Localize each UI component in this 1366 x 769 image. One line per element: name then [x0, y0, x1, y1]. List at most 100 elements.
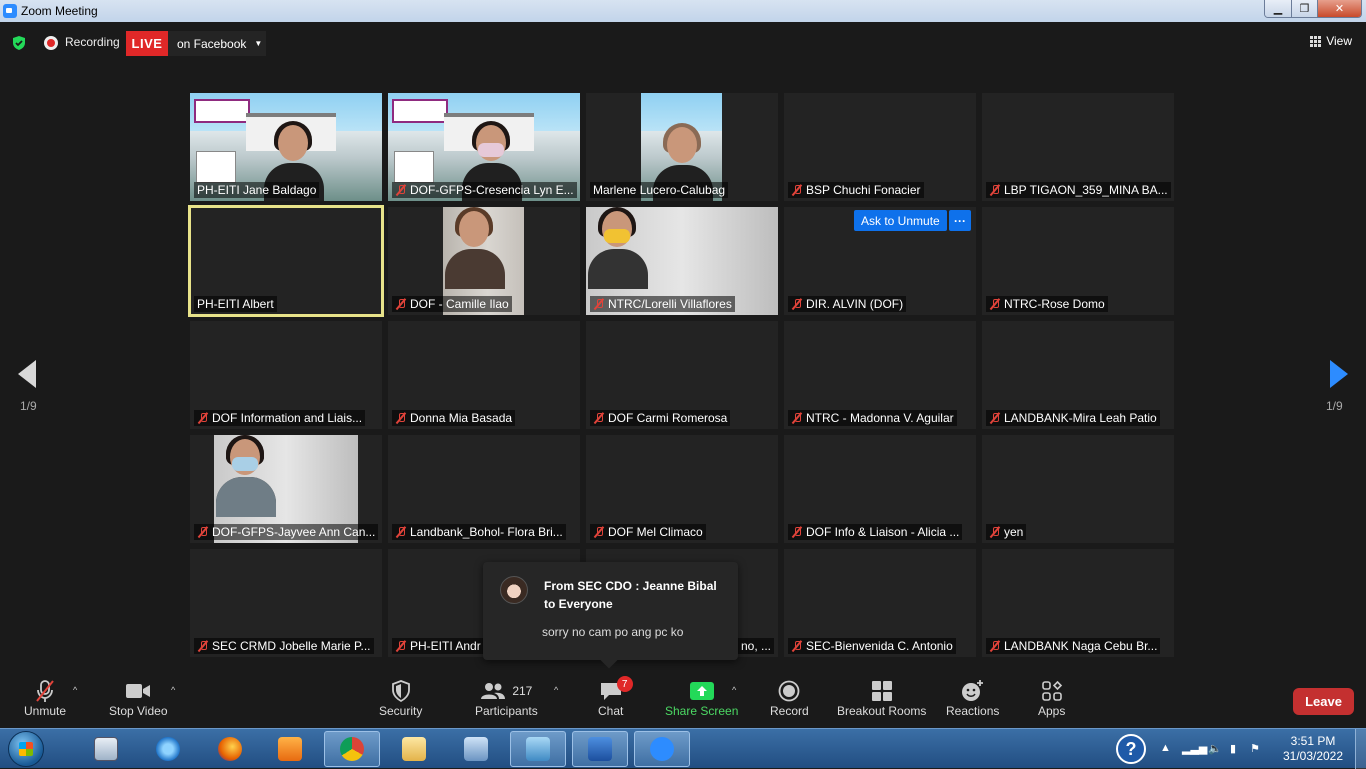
- windows-taskbar: ? ▲ ▂▃▅ 🔈 ▮ ⚑ 3:51 PM 31/03/2022: [0, 728, 1366, 769]
- muted-microphone-icon: [989, 526, 1001, 538]
- view-button[interactable]: View: [1310, 34, 1352, 48]
- monitor-icon: [464, 737, 488, 761]
- breakout-rooms-label: Breakout Rooms: [837, 704, 927, 718]
- taskbar-remote-desktop[interactable]: [448, 731, 504, 767]
- breakout-rooms-button[interactable]: Breakout Rooms: [837, 678, 926, 718]
- participant-name: LANDBANK Naga Cebu Br...: [1004, 639, 1158, 653]
- participant-name: DOF Information and Liais...: [212, 411, 363, 425]
- taskbar-firefox[interactable]: [202, 731, 258, 767]
- participant-tile[interactable]: NTRC-Rose Domo: [982, 207, 1174, 315]
- more-options-button[interactable]: ···: [949, 210, 971, 231]
- show-desktop-button[interactable]: [1355, 729, 1366, 769]
- minimize-button[interactable]: ▁: [1265, 0, 1291, 17]
- participant-name-tag: Marlene Lucero-Calubag: [590, 182, 729, 198]
- participants-options-caret-icon[interactable]: ^: [554, 685, 558, 695]
- taskbar-calculator[interactable]: [78, 731, 134, 767]
- action-center-icon[interactable]: ⚑: [1250, 742, 1260, 755]
- show-hidden-icons-icon[interactable]: ▲: [1160, 742, 1171, 754]
- start-button[interactable]: [8, 731, 44, 767]
- participant-name: PH-EITI Albert: [197, 297, 274, 311]
- participant-tile[interactable]: NTRC/Lorelli Villaflores: [586, 207, 778, 315]
- chat-button[interactable]: 7 Chat: [598, 676, 633, 718]
- participant-name-tag: NTRC-Rose Domo: [986, 296, 1108, 312]
- participant-tile[interactable]: yen: [982, 435, 1174, 543]
- volume-icon[interactable]: 🔈: [1208, 742, 1222, 755]
- avatar: [500, 576, 528, 604]
- audio-options-caret-icon[interactable]: ^: [73, 685, 77, 695]
- participants-group: 217: [480, 678, 532, 704]
- popup-tail: [600, 651, 618, 669]
- participants-button[interactable]: 217 Participants: [475, 678, 538, 718]
- maximize-button[interactable]: ❐: [1291, 0, 1317, 17]
- taskbar-internet-explorer[interactable]: [140, 731, 196, 767]
- share-options-caret-icon[interactable]: ^: [732, 685, 736, 695]
- previous-page-arrow-icon[interactable]: [18, 360, 36, 388]
- chat-notification-popup[interactable]: From SEC CDO : Jeanne Bibal to Everyone …: [483, 562, 738, 669]
- network-signal-icon[interactable]: ▂▃▅: [1182, 742, 1207, 755]
- participant-tile[interactable]: DOF Information and Liais...: [190, 321, 382, 429]
- participant-tile[interactable]: LBP TIGAON_359_MINA BA...: [982, 93, 1174, 201]
- view-label: View: [1326, 34, 1352, 48]
- participant-tile[interactable]: DOF - Camille Ilao: [388, 207, 580, 315]
- participant-tile[interactable]: LANDBANK Naga Cebu Br...: [982, 549, 1174, 657]
- participant-tile[interactable]: LANDBANK-Mira Leah Patio: [982, 321, 1174, 429]
- muted-microphone-icon: [395, 412, 407, 424]
- reactions-label: Reactions: [946, 704, 1000, 718]
- chrome-icon: [340, 737, 364, 761]
- participant-tile[interactable]: DOF Carmi Romerosa: [586, 321, 778, 429]
- participant-tile[interactable]: SEC-Bienvenida C. Antonio: [784, 549, 976, 657]
- participant-tile[interactable]: Donna Mia Basada: [388, 321, 580, 429]
- participant-tile[interactable]: DOF-GFPS-Jayvee Ann Can...: [190, 435, 382, 543]
- participant-tile[interactable]: PH-EITI Jane Baldago: [190, 93, 382, 201]
- participant-tile[interactable]: SEC CRMD Jobelle Marie P...: [190, 549, 382, 657]
- video-options-caret-icon[interactable]: ^: [171, 685, 175, 695]
- unmute-button[interactable]: Unmute: [24, 678, 66, 718]
- record-button[interactable]: Record: [770, 678, 809, 718]
- power-icon[interactable]: ▮: [1230, 742, 1236, 755]
- taskbar-zoom[interactable]: [634, 731, 690, 767]
- participant-name: no, ...: [740, 639, 771, 653]
- live-stream-dropdown[interactable]: on Facebook ▼: [168, 31, 266, 56]
- participant-tile[interactable]: Landbank_Bohol- Flora Bri...: [388, 435, 580, 543]
- share-screen-button[interactable]: Share Screen: [665, 678, 738, 718]
- participant-name: DIR. ALVIN (DOF): [806, 297, 904, 311]
- system-clock[interactable]: 3:51 PM 31/03/2022: [1282, 734, 1344, 764]
- taskbar-chrome[interactable]: [324, 731, 380, 767]
- encryption-shield-icon[interactable]: [11, 35, 27, 51]
- security-button[interactable]: Security: [379, 678, 422, 718]
- muted-microphone-icon: [593, 526, 605, 538]
- taskbar-word[interactable]: [572, 731, 628, 767]
- help-icon[interactable]: ?: [1116, 734, 1146, 764]
- participant-tile[interactable]: DOF Mel Climaco: [586, 435, 778, 543]
- participant-tile[interactable]: PH-EITI Albert: [188, 205, 384, 317]
- window-controls: ▁ ❐ ✕: [1264, 0, 1362, 18]
- media-player-icon: [278, 737, 302, 761]
- ask-to-unmute-button[interactable]: Ask to Unmute: [854, 210, 947, 231]
- chevron-down-icon: ▼: [254, 39, 263, 48]
- apps-button[interactable]: Apps: [1038, 678, 1065, 718]
- close-button[interactable]: ✕: [1317, 0, 1361, 17]
- participant-name: DOF-GFPS-Cresencia Lyn E...: [410, 183, 574, 197]
- leave-button[interactable]: Leave: [1293, 688, 1354, 715]
- taskbar-media-player[interactable]: [262, 731, 318, 767]
- next-page-arrow-icon[interactable]: [1330, 360, 1348, 388]
- participant-name: NTRC - Madonna V. Aguilar: [806, 411, 954, 425]
- participant-tile[interactable]: NTRC - Madonna V. Aguilar: [784, 321, 976, 429]
- taskbar-file-explorer[interactable]: [386, 731, 442, 767]
- participant-tile[interactable]: DOF-GFPS-Cresencia Lyn E...: [388, 93, 580, 201]
- chat-to-line: to Everyone: [544, 597, 613, 611]
- participant-name: DOF - Camille Ilao: [410, 297, 509, 311]
- reactions-button[interactable]: Reactions: [946, 678, 999, 718]
- participant-tile[interactable]: Ask to Unmute ··· DIR. ALVIN (DOF): [784, 207, 976, 315]
- photo-icon: [526, 737, 550, 761]
- muted-microphone-icon: [791, 412, 803, 424]
- live-badge[interactable]: LIVE: [126, 31, 168, 56]
- muted-microphone-icon: [989, 298, 1001, 310]
- participant-name: BSP Chuchi Fonacier: [806, 183, 921, 197]
- participant-tile[interactable]: DOF Info & Liaison - Alicia ...: [784, 435, 976, 543]
- taskbar-photo-viewer[interactable]: [510, 731, 566, 767]
- participant-tile[interactable]: BSP Chuchi Fonacier: [784, 93, 976, 201]
- participant-tile[interactable]: Marlene Lucero-Calubag: [586, 93, 778, 201]
- muted-microphone-icon: [197, 640, 209, 652]
- stop-video-button[interactable]: Stop Video: [109, 678, 168, 718]
